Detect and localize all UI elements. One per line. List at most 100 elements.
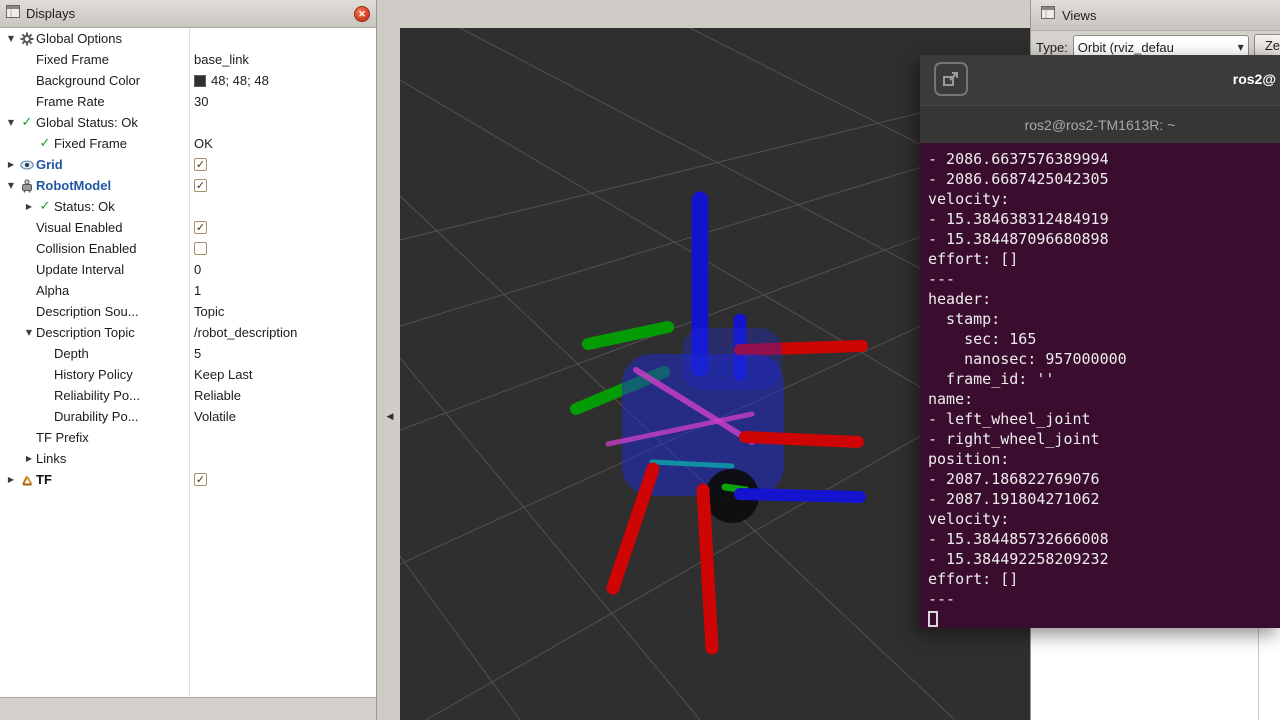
terminal-line: - 2087.191804271062 [928,489,1280,509]
eye-icon [18,157,36,172]
property-value[interactable]: 48; 48; 48 [194,73,374,88]
tree-row[interactable]: ▼Description Topic/robot_description [0,322,376,343]
property-label: Description Topic [36,325,135,340]
terminal-line: effort: [] [928,249,1280,269]
terminal-corner-title: ros2@ [1233,71,1276,87]
checkbox-checked[interactable]: ✓ [194,221,207,234]
terminal-line: name: [928,389,1280,409]
tree-row[interactable]: ▼RobotModel ✓ [0,175,376,196]
tree-row[interactable]: Alpha1 [0,280,376,301]
tree-row-label-cell: ▶Links [0,448,189,469]
tree-row[interactable]: ▶TF ✓ [0,469,376,490]
property-value[interactable]: Keep Last [194,367,374,382]
tree-row-label-cell: ▼ Global Options [0,28,189,49]
tree-row[interactable]: Collision Enabled [0,238,376,259]
tree-row[interactable]: ▼ Global Options [0,28,376,49]
terminal-line: - 2086.6687425042305 [928,169,1280,189]
property-label: Fixed Frame [54,136,127,151]
property-value[interactable]: Reliable [194,388,374,403]
terminal-tab-title[interactable]: ros2@ros2-TM1613R: ~ [920,105,1280,143]
terminal-line: frame_id: '' [928,369,1280,389]
tree-row-label-cell: Depth [0,343,189,364]
expander-down-icon[interactable]: ▼ [4,34,18,43]
close-button[interactable]: ✕ [354,6,370,22]
terminal-line: - 2086.6637576389994 [928,149,1280,169]
tree-row[interactable]: Durability Po... Volatile [0,406,376,427]
checkbox-checked[interactable]: ✓ [194,473,207,486]
tree-row[interactable]: Update Interval 0 [0,259,376,280]
terminal-line: - 15.384487096680898 [928,229,1280,249]
expander-right-icon[interactable]: ▶ [22,454,36,463]
property-value[interactable]: 5 [194,346,374,361]
property-label: Global Status: Ok [36,115,138,130]
property-value: ✓ [194,179,374,192]
expander-down-icon[interactable]: ▼ [4,118,18,127]
property-value[interactable]: OK [194,136,374,151]
tree-row[interactable]: Fixed Framebase_link [0,49,376,70]
tree-row[interactable]: Background Color 48; 48; 48 [0,70,376,91]
expander-right-icon[interactable]: ▶ [22,202,36,211]
property-value: ✓ [194,158,374,171]
tree-row[interactable]: TF Prefix [0,427,376,448]
rviz-window: Displays ✕ ▼Global OptionsFixed Framebas… [0,0,1280,720]
property-label: Links [36,451,66,466]
robot-icon [18,178,36,193]
displays-tree: ▼Global OptionsFixed Framebase_linkBackg… [0,28,376,698]
property-label: Global Options [36,31,122,46]
tree-row-label-cell: ▶Grid [0,154,189,175]
property-label: Background Color [36,73,140,88]
checkbox-checked[interactable]: ✓ [194,158,207,171]
tree-row[interactable]: ▶Links [0,448,376,469]
displays-panel-footer [0,697,376,720]
tree-row[interactable]: ▼✓Global Status: Ok [0,112,376,133]
property-value[interactable]: Volatile [194,409,374,424]
expander-down-icon[interactable]: ▼ [4,181,18,190]
property-label: Reliability Po... [54,388,140,403]
panel-title: Views [1062,8,1096,23]
property-value[interactable]: 30 [194,94,374,109]
property-label: Update Interval [36,262,124,277]
property-label: Durability Po... [54,409,139,424]
terminal-window[interactable]: ros2@ ros2@ros2-TM1613R: ~ - 2086.663757… [920,55,1280,628]
tree-row-label-cell: ▼RobotModel [0,175,189,196]
tree-row-label-cell: Background Color [0,70,189,91]
property-value[interactable]: 1 [194,283,374,298]
tree-row[interactable]: Reliability Po... Reliable [0,385,376,406]
gear-icon [18,31,36,46]
checkbox-checked[interactable]: ✓ [194,179,207,192]
expander-right-icon[interactable]: ▶ [4,160,18,169]
tree-row-label-cell: History Policy [0,364,189,385]
property-value[interactable]: /robot_description [194,325,374,340]
tree-row[interactable]: Depth 5 [0,343,376,364]
tree-row-label-cell: Frame Rate [0,91,189,112]
views-panel-titlebar[interactable]: Views [1031,0,1280,31]
new-window-icon[interactable] [934,62,968,96]
tree-row-label-cell: ▶TF [0,469,189,490]
color-value: 48; 48; 48 [211,73,269,88]
checkbox-unchecked[interactable] [194,242,207,255]
property-value[interactable]: 0 [194,262,374,277]
tree-row[interactable]: Description Sou... Topic [0,301,376,322]
tree-row-label-cell: ✓Fixed Frame [0,133,189,154]
tree-row[interactable]: ✓Fixed Frame OK [0,133,376,154]
check-icon: ✓ [36,136,54,151]
terminal-output[interactable]: - 2086.6637576389994- 2086.6687425042305… [920,143,1280,628]
expander-right-icon[interactable]: ▶ [4,475,18,484]
property-value[interactable]: base_link [194,52,374,67]
check-icon: ✓ [36,199,54,214]
terminal-titlebar[interactable]: ros2@ [920,55,1280,105]
tree-row[interactable]: ▶Grid ✓ [0,154,376,175]
color-swatch [194,75,206,87]
tree-row-label-cell: Description Sou... [0,301,189,322]
expander-down-icon[interactable]: ▼ [22,328,36,337]
property-value[interactable]: Topic [194,304,374,319]
chevron-left-icon: ◀ [387,412,394,422]
tree-row[interactable]: Visual Enabled✓ [0,217,376,238]
panel-collapse-handle[interactable]: ◀ [383,404,397,430]
terminal-line: --- [928,269,1280,289]
tree-row[interactable]: Frame Rate 30 [0,91,376,112]
tree-row[interactable]: History Policy Keep Last [0,364,376,385]
tree-row-label-cell: Reliability Po... [0,385,189,406]
displays-panel-titlebar[interactable]: Displays ✕ [0,0,376,28]
tree-row[interactable]: ▶✓Status: Ok [0,196,376,217]
